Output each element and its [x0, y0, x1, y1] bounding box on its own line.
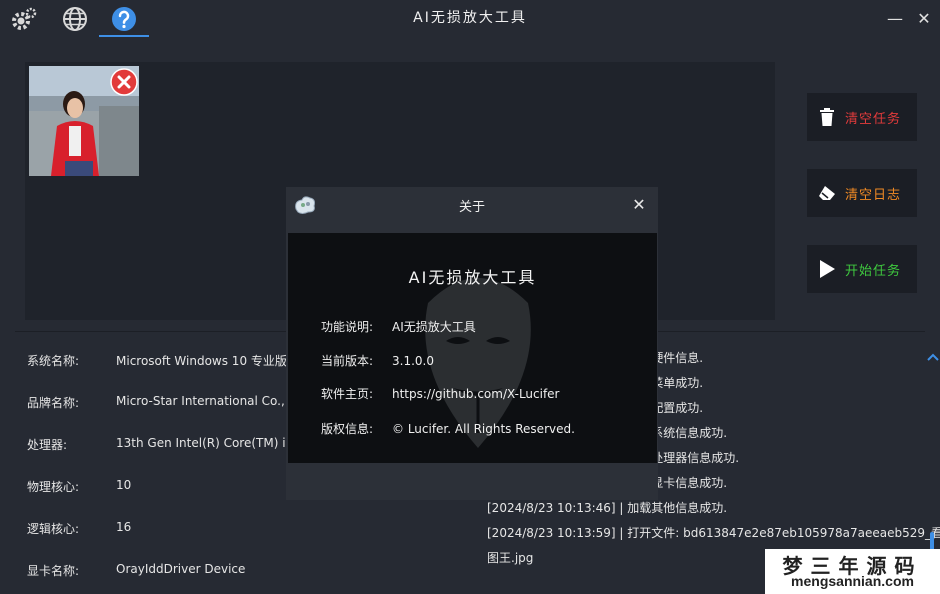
- clear-tasks-button[interactable]: 清空任务: [807, 93, 917, 141]
- eraser-icon: [817, 183, 837, 203]
- active-tab-indicator: [99, 35, 149, 37]
- info-value: 13th Gen Intel(R) Core(TM) i7: [116, 436, 288, 450]
- about-row: 软件主页: https://github.com/X-Lucifer: [321, 385, 560, 402]
- close-window-button[interactable]: ✕: [912, 6, 936, 30]
- about-row: 功能说明: AI无损放大工具: [321, 318, 476, 335]
- about-key: 软件主页:: [321, 387, 374, 401]
- about-row: 版权信息: © Lucifer. All Rights Reserved.: [321, 420, 575, 437]
- app-title: AI无损放大工具: [413, 10, 527, 26]
- info-key: 系统名称:: [27, 354, 80, 368]
- minimize-button[interactable]: —: [883, 6, 907, 30]
- clear-log-label: 清空日志: [845, 187, 902, 203]
- dialog-header: 关于 ✕: [286, 187, 658, 233]
- about-dialog: 关于 ✕ AI无损放大工具 功能说明: AI无损放大工具 当前版本: 3.1.0.0…: [286, 187, 658, 500]
- start-task-label: 开始任务: [845, 263, 902, 279]
- clear-tasks-label: 清空任务: [845, 111, 902, 127]
- watermark: 梦三年源码 mengsannian.com: [765, 549, 940, 594]
- clear-log-button[interactable]: 清空日志: [807, 169, 917, 217]
- info-value: OrayIddDriver Device: [116, 562, 246, 576]
- info-key: 处理器:: [27, 438, 68, 452]
- info-value: 10: [116, 478, 132, 492]
- log-line: 图王.jpg: [487, 551, 534, 565]
- info-key: 品牌名称:: [27, 396, 80, 410]
- title-bar: AI无损放大工具 — ✕: [0, 0, 940, 40]
- info-value: 16: [116, 520, 132, 534]
- about-key: 功能说明:: [321, 320, 374, 334]
- trash-icon: [817, 107, 837, 127]
- info-key: 逻辑核心:: [27, 522, 80, 536]
- log-line: [2024/8/23 10:13:59] | 打开文件: bd613847e2e…: [487, 526, 940, 540]
- info-key: 物理核心:: [27, 480, 80, 494]
- about-banner: AI无损放大工具 功能说明: AI无损放大工具 当前版本: 3.1.0.0 软件主页…: [288, 233, 657, 463]
- about-row: 当前版本: 3.1.0.0: [321, 352, 434, 369]
- system-info-row: 逻辑核心: 16: [27, 520, 131, 537]
- play-icon: [817, 259, 837, 279]
- info-key: 显卡名称:: [27, 564, 80, 578]
- about-value: © Lucifer. All Rights Reserved.: [392, 422, 575, 436]
- homepage-link[interactable]: https://github.com/X-Lucifer: [392, 387, 560, 401]
- info-value: Microsoft Windows 10 专业版: [116, 354, 287, 368]
- dialog-close-button[interactable]: ✕: [630, 195, 648, 214]
- about-value: AI无损放大工具: [392, 320, 476, 334]
- about-key: 版权信息:: [321, 422, 374, 436]
- about-value: 3.1.0.0: [392, 354, 434, 368]
- scroll-up-icon[interactable]: [927, 347, 939, 361]
- watermark-en: mengsannian.com: [791, 573, 914, 589]
- start-task-button[interactable]: 开始任务: [807, 245, 917, 293]
- remove-image-icon[interactable]: [110, 68, 138, 96]
- log-line: [2024/8/23 10:13:46] | 加载其他信息成功.: [487, 501, 728, 515]
- dialog-title: 关于: [458, 200, 485, 215]
- system-info-row: 显卡名称: OrayIddDriver Device: [27, 562, 245, 579]
- system-info-row: 品牌名称: Micro-Star International Co., Ltd.: [27, 394, 288, 411]
- dialog-app-name: AI无损放大工具: [408, 268, 537, 287]
- about-key: 当前版本:: [321, 354, 374, 368]
- info-value: Micro-Star International Co., Ltd.: [116, 394, 288, 408]
- system-info-row: 处理器: 13th Gen Intel(R) Core(TM) i7: [27, 436, 288, 453]
- system-info-row: 系统名称: Microsoft Windows 10 专业版: [27, 352, 287, 369]
- system-info-row: 物理核心: 10: [27, 478, 131, 495]
